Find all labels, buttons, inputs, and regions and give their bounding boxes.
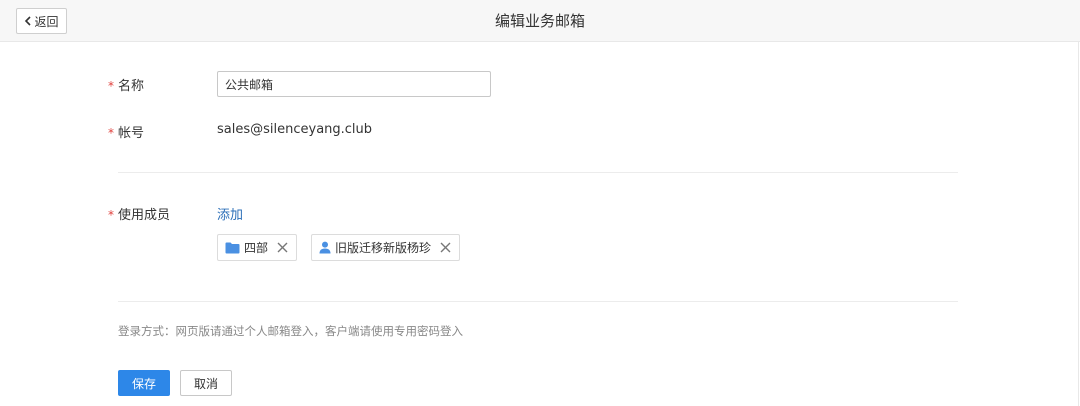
login-method-note: 登录方式：网页版请通过个人邮箱登入，客户端请使用专用密码登入 <box>118 324 463 338</box>
required-mark: * <box>108 126 114 140</box>
page-title: 编辑业务邮箱 <box>494 12 585 30</box>
member-chip-name: 旧版迁移新版杨珍 <box>335 241 432 255</box>
cancel-button[interactable]: 取消 <box>180 370 232 396</box>
top-bar: 返回 编辑业务邮箱 <box>0 0 1080 42</box>
name-label: * 名称 <box>108 75 144 94</box>
folder-icon <box>225 242 240 254</box>
member-chip-user: 旧版迁移新版杨珍 <box>311 234 461 261</box>
name-input[interactable] <box>217 71 491 97</box>
required-mark: * <box>108 79 114 93</box>
account-label: * 帐号 <box>108 122 144 141</box>
member-chip-department: 四部 <box>217 234 298 261</box>
member-chip-name: 四部 <box>244 241 269 255</box>
user-icon <box>319 241 331 254</box>
account-value: sales@silenceyang.club <box>217 122 373 137</box>
close-icon[interactable] <box>440 242 451 253</box>
members-label: * 使用成员 <box>108 204 170 223</box>
save-button[interactable]: 保存 <box>118 370 170 396</box>
members-label-text: 使用成员 <box>118 208 171 223</box>
divider <box>118 301 958 302</box>
add-member-link[interactable]: 添加 <box>217 204 243 223</box>
divider <box>118 172 958 173</box>
content-right-border <box>1078 42 1079 406</box>
name-label-text: 名称 <box>118 79 145 94</box>
close-icon[interactable] <box>277 242 288 253</box>
account-label-text: 帐号 <box>118 126 145 141</box>
required-mark: * <box>108 208 114 222</box>
